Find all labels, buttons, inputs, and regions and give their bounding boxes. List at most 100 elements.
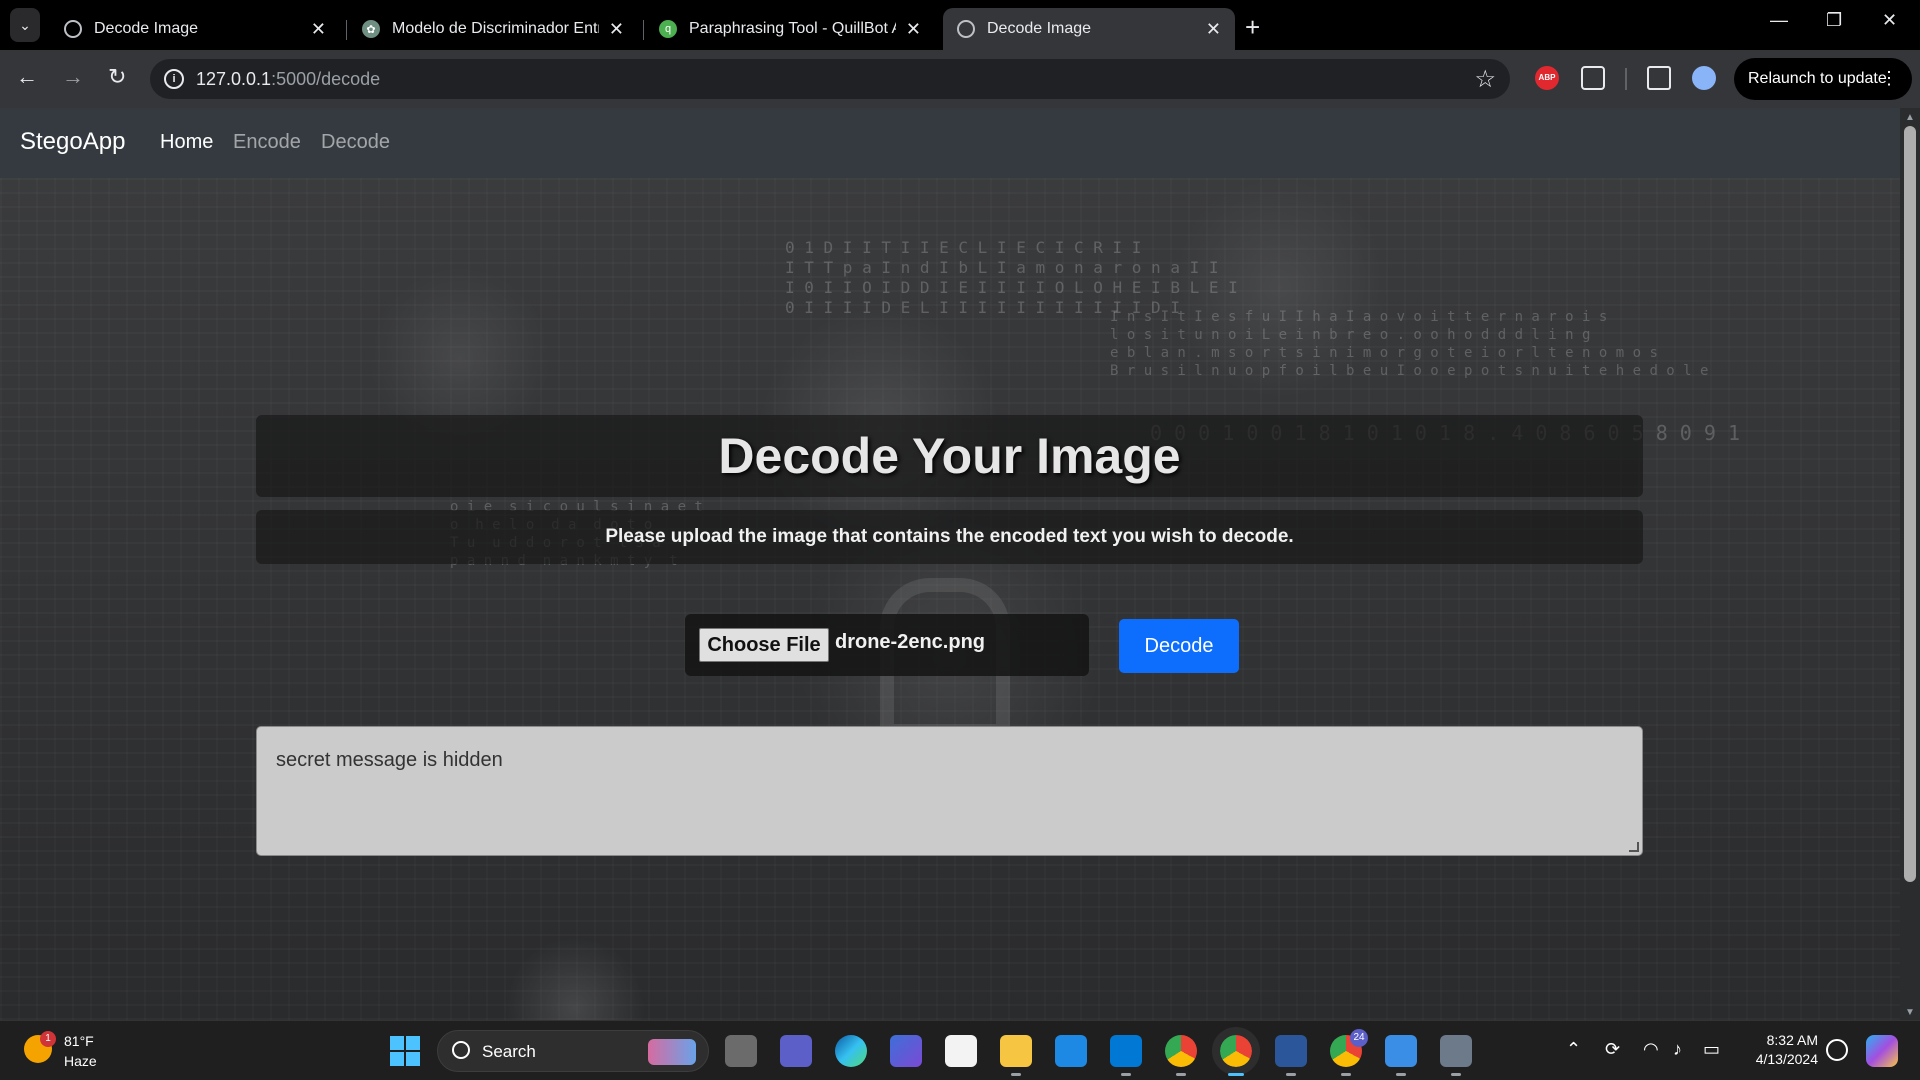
copilot-icon[interactable] <box>1866 1035 1898 1067</box>
choose-file-button[interactable]: Choose File <box>699 628 829 662</box>
page-scrollbar[interactable]: ▲ ▼ <box>1900 108 1920 1020</box>
calculator-icon[interactable] <box>1440 1035 1472 1076</box>
app-navbar: StegoApp Home Encode Decode <box>0 108 1900 178</box>
background-code-decoration: I n s I t I e s f u I I h a I a o v o i … <box>1110 309 1709 379</box>
close-icon[interactable]: ✕ <box>311 19 326 40</box>
file-input[interactable]: Choose File drone-2enc.png <box>685 614 1089 676</box>
scroll-up-arrow-icon[interactable]: ▲ <box>1905 112 1915 123</box>
microsoft-store-icon[interactable] <box>945 1035 977 1067</box>
globe-icon <box>957 20 975 38</box>
new-tab-button[interactable]: + <box>1245 12 1260 43</box>
search-label: Search <box>482 1042 536 1061</box>
instruction-panel: Please upload the image that contains th… <box>256 510 1643 564</box>
windows-start-icon[interactable] <box>390 1036 420 1066</box>
url-path: :5000/decode <box>271 69 381 89</box>
file-explorer-icon[interactable] <box>1000 1035 1032 1076</box>
chevron-down-icon: ⌄ <box>19 16 31 33</box>
tab-separator <box>643 20 644 40</box>
edge-icon[interactable] <box>835 1035 867 1067</box>
vscode-icon[interactable] <box>1110 1035 1142 1076</box>
forward-arrow-icon[interactable]: → <box>62 64 84 90</box>
more-menu-icon[interactable]: ⋮ <box>1880 68 1898 89</box>
tab-quillbot[interactable]: q Paraphrasing Tool - QuillBot AI ✕ <box>645 8 935 50</box>
chrome-active-icon[interactable] <box>1212 1027 1260 1076</box>
url-text[interactable]: 127.0.0.1:5000/decode <box>196 69 380 90</box>
quillbot-icon: q <box>659 20 677 38</box>
clock-time: 8:32 AM <box>1766 1032 1818 1048</box>
clock-date: 4/13/2024 <box>1755 1051 1818 1067</box>
teams-icon[interactable] <box>780 1035 812 1067</box>
scroll-thumb[interactable] <box>1904 126 1916 882</box>
selected-file-name: drone-2enc.png <box>835 631 986 653</box>
notification-bell-icon[interactable] <box>1826 1039 1848 1061</box>
close-icon[interactable]: ✕ <box>1206 19 1221 40</box>
toolbar-divider <box>1625 68 1627 90</box>
chatgpt-icon: ✿ <box>362 20 380 38</box>
decode-button[interactable]: Decode <box>1119 619 1239 673</box>
wifi-icon[interactable]: ◠ <box>1643 1039 1659 1060</box>
browser-toolbar: ← → ↻ i 127.0.0.1:5000/decode ☆ ABP Rela… <box>0 50 1920 108</box>
tab-title: Modelo de Discriminador Entre <box>392 20 599 37</box>
extensions-puzzle-icon[interactable] <box>1581 66 1605 90</box>
close-icon[interactable]: ✕ <box>609 19 624 40</box>
scroll-down-arrow-icon[interactable]: ▼ <box>1905 1007 1915 1018</box>
nav-link-encode[interactable]: Encode <box>233 131 301 154</box>
word-icon[interactable] <box>1275 1035 1307 1076</box>
taskbar-search-box[interactable]: Search <box>437 1030 709 1072</box>
app-brand[interactable]: StegoApp <box>20 128 125 156</box>
weather-alert-badge: 1 <box>40 1031 56 1047</box>
chrome-icon[interactable] <box>1165 1035 1197 1076</box>
chevron-up-icon[interactable]: ⌃ <box>1566 1039 1581 1060</box>
weather-widget[interactable]: 1 81°F Haze <box>24 1031 144 1071</box>
tab-title: Decode Image <box>987 20 1092 37</box>
tab-decode-image-active[interactable]: Decode Image ✕ <box>943 8 1235 50</box>
resize-handle-icon[interactable] <box>1629 842 1639 852</box>
browser-tab-strip: ⌄ Decode Image ✕ ✿ Modelo de Discriminad… <box>0 0 1920 50</box>
tab-search-button[interactable]: ⌄ <box>10 8 40 42</box>
background-code-decoration: 0 1 D I I T I I E C L I E C I C R I I I … <box>785 238 1238 317</box>
relaunch-label: Relaunch to update <box>1748 70 1887 87</box>
sync-icon[interactable]: ⟳ <box>1605 1039 1620 1060</box>
back-arrow-icon[interactable]: ← <box>16 64 38 90</box>
instruction-text: Please upload the image that contains th… <box>605 526 1294 547</box>
tab-modelo-discriminador[interactable]: ✿ Modelo de Discriminador Entre ✕ <box>348 8 638 50</box>
volume-icon[interactable]: ♪ <box>1673 1039 1682 1060</box>
globe-icon <box>64 20 82 38</box>
nav-link-home[interactable]: Home <box>160 131 213 154</box>
chrome-profile-icon[interactable]: 24 <box>1330 1029 1368 1076</box>
address-bar[interactable]: i 127.0.0.1:5000/decode ☆ <box>150 59 1510 99</box>
weather-temperature: 81°F <box>64 1033 94 1049</box>
url-host: 127.0.0.1 <box>196 69 272 89</box>
restore-icon[interactable]: ❐ <box>1826 10 1842 31</box>
site-info-icon[interactable]: i <box>164 69 184 89</box>
adblock-plus-icon[interactable]: ABP <box>1535 66 1559 90</box>
task-view-icon[interactable] <box>725 1035 757 1067</box>
system-clock[interactable]: 8:32 AM 4/13/2024 <box>1740 1031 1818 1069</box>
battery-icon[interactable]: ▭ <box>1703 1039 1720 1060</box>
notification-count-badge: 24 <box>1350 1029 1368 1047</box>
notepad-icon[interactable] <box>1385 1035 1417 1076</box>
tab-title: Paraphrasing Tool - QuillBot AI <box>689 20 896 37</box>
nav-link-decode[interactable]: Decode <box>321 131 390 154</box>
profile-avatar[interactable] <box>1692 66 1716 90</box>
cyber-background-image: 0 1 D I I T I I E C L I E C I C R I I I … <box>0 178 1900 1020</box>
bookmark-star-icon[interactable]: ☆ <box>1474 65 1496 94</box>
decoded-message-text: secret message is hidden <box>276 749 503 771</box>
weather-condition: Haze <box>64 1053 97 1069</box>
windows-taskbar: 1 81°F Haze Search 24 ⌃ ⟳ ◠ ♪ ▭ 8:32 AM … <box>0 1020 1920 1080</box>
side-panel-icon[interactable] <box>1647 66 1671 90</box>
search-icon <box>452 1041 470 1059</box>
tab-separator <box>346 20 347 40</box>
mail-icon[interactable] <box>1055 1035 1087 1067</box>
page-viewport: 0 1 D I I T I I E C L I E C I C R I I I … <box>0 108 1900 1020</box>
tab-decode-image-1[interactable]: Decode Image ✕ <box>50 8 340 50</box>
copilot-app-icon[interactable] <box>890 1035 922 1067</box>
heading-panel: Decode Your Image <box>256 415 1643 497</box>
window-close-icon[interactable]: ✕ <box>1882 10 1897 31</box>
relaunch-to-update-button[interactable]: Relaunch to update ⋮ <box>1734 58 1912 100</box>
minimize-icon[interactable]: — <box>1770 10 1788 31</box>
tab-title: Decode Image <box>94 20 199 37</box>
reload-icon[interactable]: ↻ <box>108 64 126 90</box>
close-icon[interactable]: ✕ <box>906 19 921 40</box>
decoded-message-textarea[interactable]: secret message is hidden <box>256 726 1643 856</box>
